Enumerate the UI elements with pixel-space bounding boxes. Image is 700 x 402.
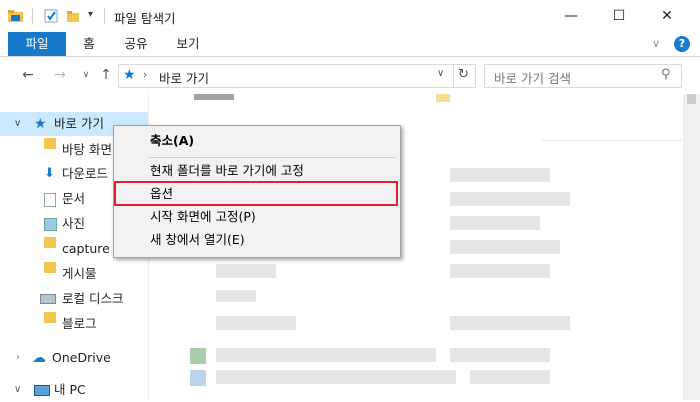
new-folder-icon[interactable]: [66, 9, 80, 23]
address-bar[interactable]: ★ › 바로 가기 ∨ ↻: [118, 64, 476, 88]
tab-file[interactable]: 파일: [8, 32, 66, 56]
forward-arrow-icon[interactable]: →: [50, 65, 70, 85]
search-placeholder: 바로 가기 검색: [494, 71, 571, 86]
refresh-icon[interactable]: ↻: [458, 67, 469, 82]
blurred-row: [216, 316, 296, 330]
tab-share[interactable]: 공유: [116, 32, 156, 56]
nav-item-label: 사진: [62, 216, 86, 231]
nav-item-local-disk[interactable]: 로컬 디스크: [0, 287, 148, 311]
nav-item-label: 블로그: [62, 316, 97, 331]
properties-icon[interactable]: [44, 9, 58, 23]
blurred-row: [216, 370, 456, 384]
back-arrow-icon[interactable]: ←: [18, 65, 38, 85]
drive-icon: [40, 294, 56, 304]
blurred-row: [450, 168, 550, 182]
address-divider: [453, 65, 454, 87]
blurred-thumbnail: [194, 94, 234, 100]
nav-item-label: capture: [62, 241, 110, 256]
search-input[interactable]: 바로 가기 검색 ⚲: [484, 64, 682, 88]
help-icon[interactable]: ?: [674, 36, 690, 52]
expand-chevron-icon[interactable]: ∨: [14, 112, 21, 136]
address-row: ← → ∨ ↑ ★ › 바로 가기 ∨ ↻ 바로 가기 검색 ⚲: [0, 57, 700, 93]
tab-view[interactable]: 보기: [168, 32, 208, 56]
maximize-button[interactable]: ☐: [596, 0, 642, 32]
title-divider: [32, 8, 33, 24]
title-divider-2: [104, 8, 105, 24]
breadcrumb[interactable]: 바로 가기: [159, 68, 209, 87]
chevron-down-icon[interactable]: ∨: [652, 37, 660, 50]
nav-item-posts[interactable]: 게시물: [0, 262, 148, 286]
folder-icon[interactable]: [8, 9, 23, 23]
blurred-row: [450, 316, 570, 330]
ribbon-tabs: 파일 홈 공유 보기 ∨ ?: [0, 32, 700, 57]
recent-locations-icon[interactable]: ∨: [76, 65, 96, 85]
menu-separator: [148, 157, 396, 158]
section-divider: [542, 140, 682, 141]
nav-item-label: 문서: [62, 191, 86, 206]
star-icon: ★: [34, 116, 47, 132]
address-dropdown-icon[interactable]: ∨: [437, 68, 444, 79]
nav-item-label: 다운로드: [62, 166, 109, 181]
nav-item-label: 내 PC: [54, 382, 86, 397]
customize-qat-icon[interactable]: ▾: [88, 9, 93, 20]
close-button[interactable]: ✕: [644, 0, 690, 32]
title-bar: ▾ 파일 탐색기 — ☐ ✕: [0, 0, 700, 32]
download-icon: ⬇: [44, 166, 55, 181]
blurred-thumbnail: [436, 94, 450, 102]
window-title: 파일 탐색기: [114, 11, 176, 26]
menu-item-collapse[interactable]: 축소(A): [116, 130, 398, 152]
scrollbar-thumb[interactable]: [687, 94, 696, 104]
blurred-row: [450, 216, 540, 230]
nav-item-label: 바탕 화면: [62, 142, 112, 157]
nav-item-label: 게시물: [62, 266, 97, 281]
folder-icon: [44, 237, 56, 248]
nav-item-label: OneDrive: [52, 350, 111, 365]
menu-item-pin-to-start[interactable]: 시작 화면에 고정(P): [116, 206, 398, 228]
nav-item-this-pc[interactable]: ∨ 내 PC: [0, 378, 148, 402]
expand-chevron-icon[interactable]: ∨: [14, 378, 21, 402]
menu-item-pin-to-quick-access[interactable]: 현재 폴더를 바로 가기에 고정: [116, 160, 398, 182]
minimize-button[interactable]: —: [548, 0, 594, 32]
blurred-row: [450, 192, 570, 206]
blurred-row: [216, 264, 276, 278]
computer-icon: [34, 385, 50, 396]
search-icon: ⚲: [661, 67, 671, 82]
nav-item-onedrive[interactable]: › ☁ OneDrive: [0, 346, 148, 370]
blurred-row: [450, 264, 550, 278]
menu-item-label: 축소(A): [150, 133, 195, 148]
folder-icon: [44, 262, 56, 273]
up-arrow-icon[interactable]: ↑: [96, 65, 116, 85]
menu-item-open-new-window[interactable]: 새 창에서 열기(E): [116, 229, 398, 251]
blurred-row: [216, 290, 256, 302]
star-icon: ★: [123, 67, 136, 83]
blurred-thumbnail: [190, 348, 206, 364]
vertical-scrollbar[interactable]: [683, 94, 700, 400]
cloud-icon: ☁: [32, 350, 46, 366]
menu-item-label: 새 창에서 열기(E): [150, 232, 245, 247]
tab-home[interactable]: 홈: [74, 32, 104, 56]
pictures-icon: [44, 218, 57, 231]
nav-item-label: 바로 가기: [54, 116, 104, 131]
blurred-row: [216, 348, 436, 362]
options-highlight-box: [114, 181, 398, 206]
blurred-thumbnail: [190, 370, 206, 386]
breadcrumb-separator-icon: ›: [143, 68, 148, 81]
document-icon: [44, 193, 56, 207]
menu-item-label: 시작 화면에 고정(P): [150, 209, 256, 224]
nav-item-label: 로컬 디스크: [62, 291, 124, 306]
expand-chevron-icon[interactable]: ›: [16, 346, 20, 370]
menu-item-label: 현재 폴더를 바로 가기에 고정: [150, 163, 304, 178]
blurred-row: [450, 348, 550, 362]
folder-icon: [44, 312, 56, 323]
nav-item-blog[interactable]: 블로그: [0, 312, 148, 336]
desktop-folder-icon: [44, 138, 56, 149]
blurred-row: [470, 370, 550, 384]
blurred-row: [450, 240, 560, 254]
